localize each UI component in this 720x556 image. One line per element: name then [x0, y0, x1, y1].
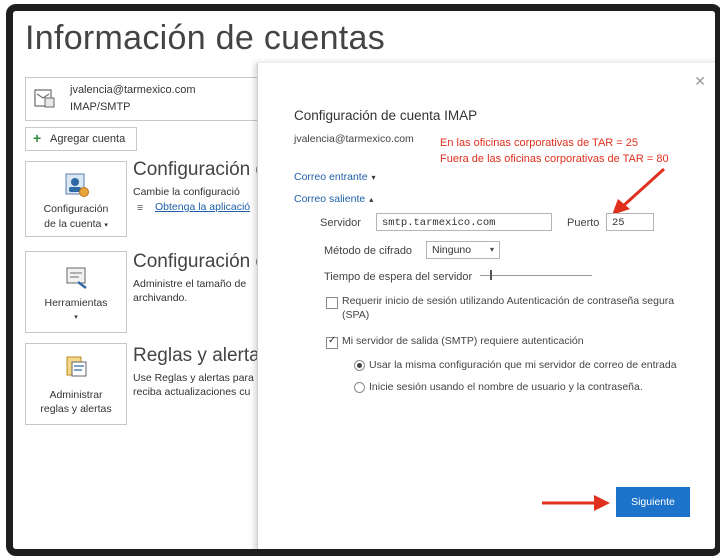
smtp-auth-checkbox[interactable]: ✓: [326, 335, 338, 349]
close-icon[interactable]: ✕: [694, 73, 706, 90]
outgoing-mail-label: Correo saliente: [294, 193, 366, 205]
radio-login-credentials-label: Inicie sesión usando el nombre de usuari…: [369, 381, 643, 393]
add-account-label: Agregar cuenta: [50, 133, 126, 145]
next-button[interactable]: Siguiente: [616, 487, 690, 517]
smtp-auth-label: Mi servidor de salida (SMTP) requiere au…: [342, 335, 584, 347]
account-settings-icon: [65, 173, 89, 197]
tools-icon: [66, 267, 87, 289]
section-title: Reglas y alertas: [133, 345, 270, 366]
chevron-down-icon: ▾: [371, 173, 376, 182]
account-type: IMAP/SMTP: [70, 101, 131, 113]
spa-label-line-2: (SPA): [342, 309, 370, 321]
port-input[interactable]: 25: [606, 213, 654, 231]
dialog-title: Configuración de cuenta IMAP: [294, 108, 478, 123]
section-text: archivando.: [133, 292, 188, 304]
tile-label: Herramientas: [44, 297, 108, 309]
spa-label: Requerir inicio de sesión utilizando Aut…: [342, 294, 674, 322]
tools-tile[interactable]: Herramientas ▾: [25, 251, 127, 333]
timeout-slider[interactable]: [480, 275, 592, 276]
tile-label: Configuración: [43, 203, 109, 215]
account-settings-tile[interactable]: Configuración de la cuenta ▾: [25, 161, 127, 237]
outlook-backstage: Información de cuentas jvalencia@tarmexi…: [13, 11, 715, 549]
outgoing-mail-expander[interactable]: Correo saliente ▴: [294, 193, 373, 205]
page-title: Información de cuentas: [25, 19, 386, 57]
tile-label-line2: de la cuenta ▾: [26, 217, 126, 233]
account-email: jvalencia@tarmexico.com: [70, 84, 196, 96]
radio-selected-dot: [357, 363, 362, 368]
add-account-button[interactable]: + Agregar cuenta: [25, 127, 137, 151]
tile-label-line2: reglas y alertas: [40, 403, 112, 415]
imap-settings-dialog: ✕ Configuración de cuenta IMAP jvalencia…: [257, 63, 715, 549]
incoming-mail-expander[interactable]: Correo entrante ▾: [294, 171, 376, 183]
encryption-value: Ninguno: [432, 244, 472, 256]
account-selector[interactable]: jvalencia@tarmexico.com IMAP/SMTP: [25, 77, 263, 121]
encryption-label: Método de cifrado: [324, 245, 413, 257]
tile-label: Administrar: [49, 389, 103, 401]
rules-alerts-icon: [66, 356, 87, 377]
section-title: Configuración d: [133, 251, 267, 272]
annotation-arrow-icon: [612, 167, 666, 215]
section-title: Configuración d: [133, 159, 267, 180]
radio-login-credentials[interactable]: [354, 382, 365, 393]
section-text: Cambie la configuració: [133, 186, 240, 198]
section-text: reciba actualizaciones cu: [133, 386, 251, 398]
annotation-line-2: Fuera de las oficinas corporativas de TA…: [440, 153, 669, 165]
radio-same-settings-label: Usar la misma configuración que mi servi…: [369, 359, 677, 371]
account-mail-icon: [34, 89, 55, 108]
bullet: ≡: [137, 202, 144, 214]
plus-icon: +: [33, 130, 42, 146]
radio-same-settings[interactable]: [354, 360, 365, 371]
server-input[interactable]: smtp.tarmexico.com: [376, 213, 552, 231]
chevron-down-icon: ▾: [104, 222, 108, 229]
spa-label-line-1: Requerir inicio de sesión utilizando Aut…: [342, 295, 675, 307]
tile-label-line2-text: de la cuenta: [44, 218, 102, 230]
port-annotation: En las oficinas corporativas de TAR = 25…: [440, 135, 669, 167]
get-app-link[interactable]: Obtenga la aplicació: [155, 201, 250, 213]
incoming-mail-label: Correo entrante: [294, 171, 368, 183]
annotation-line-1: En las oficinas corporativas de TAR = 25: [440, 137, 638, 149]
encryption-select[interactable]: Ninguno ▾: [426, 241, 500, 259]
annotation-arrow-icon: [542, 495, 610, 511]
port-label: Puerto: [567, 217, 600, 229]
chevron-up-icon: ▴: [369, 195, 374, 204]
screenshot-frame: Información de cuentas jvalencia@tarmexi…: [6, 4, 720, 556]
timeout-slider-thumb[interactable]: [490, 270, 492, 280]
chevron-down-icon: ▾: [74, 314, 78, 321]
spa-checkbox[interactable]: [326, 297, 338, 309]
dialog-email: jvalencia@tarmexico.com: [294, 133, 414, 145]
checkmark-icon: ✓: [328, 335, 337, 346]
server-label: Servidor: [320, 217, 361, 229]
section-text: Use Reglas y alertas para: [133, 372, 254, 384]
dropdown-icon: ▾: [489, 245, 494, 254]
rules-alerts-tile[interactable]: Administrar reglas y alertas: [25, 343, 127, 425]
timeout-label: Tiempo de espera del servidor: [324, 271, 473, 283]
section-text: Administre el tamaño de: [133, 278, 247, 290]
